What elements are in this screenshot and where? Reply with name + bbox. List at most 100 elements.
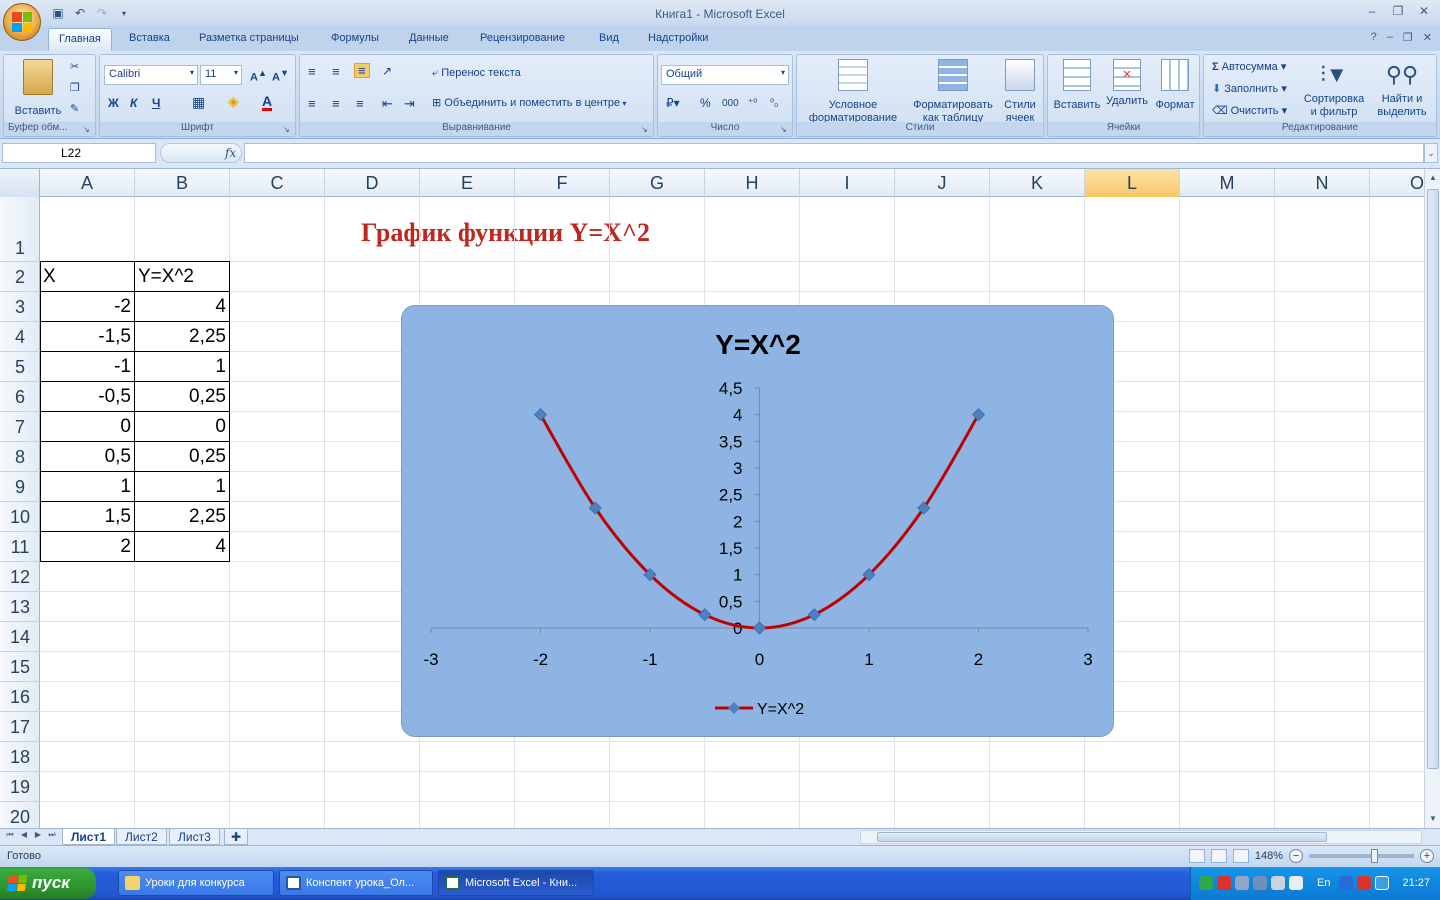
bold-button[interactable]: Ж (108, 97, 119, 110)
table-cell-y[interactable]: 0,25 (135, 446, 230, 476)
insert-sheet-icon[interactable]: ✚ (224, 829, 249, 845)
orientation-icon[interactable]: ↗ (382, 65, 392, 78)
table-cell-y[interactable]: 4 (135, 296, 230, 326)
workbook-close-icon[interactable]: ✕ (1423, 31, 1432, 44)
sheet-tab-2[interactable]: Лист2 (116, 829, 167, 845)
network-icon[interactable] (1199, 876, 1213, 890)
decrease-indent-icon[interactable]: ⇤ (382, 97, 393, 110)
app-tray-icon[interactable] (1357, 876, 1371, 890)
column-header-j[interactable]: J (895, 169, 990, 197)
next-sheet-icon[interactable]: ▶ (32, 830, 44, 839)
column-header-c[interactable]: C (230, 169, 325, 197)
column-header-k[interactable]: K (990, 169, 1085, 197)
row-header-19[interactable]: 19 (0, 772, 40, 802)
tab-addins[interactable]: Надстройки (648, 32, 708, 44)
last-sheet-icon[interactable]: ⏭ (46, 830, 58, 840)
zoom-out-icon[interactable]: − (1289, 849, 1303, 863)
row-header-16[interactable]: 16 (0, 682, 40, 712)
column-header-m[interactable]: M (1180, 169, 1275, 197)
horizontal-scroll-thumb[interactable] (877, 832, 1327, 842)
name-box[interactable]: L22 (2, 143, 156, 163)
font-size-select[interactable]: 11 ▾ (200, 65, 242, 85)
table-header-x[interactable]: X (40, 266, 135, 296)
zoom-in-icon[interactable]: + (1420, 849, 1434, 863)
sheet-tab-3[interactable]: Лист3 (169, 829, 220, 845)
tab-data[interactable]: Данные (409, 32, 449, 44)
column-header-e[interactable]: E (420, 169, 515, 197)
table-cell-y[interactable]: 2,25 (135, 326, 230, 356)
currency-icon[interactable]: ₽▾ (666, 97, 680, 110)
row-header-13[interactable]: 13 (0, 592, 40, 622)
grow-font-icon[interactable]: A▲ (250, 67, 267, 85)
clock-tray-icon[interactable] (1289, 876, 1303, 890)
merge-center-button[interactable]: ⊞ Объединить и поместить в центре ▾ (432, 97, 626, 110)
autosum-button[interactable]: Σ Автосумма ▾ (1212, 61, 1286, 74)
conditional-formatting-button[interactable]: Условное форматирование (799, 59, 907, 125)
tab-home[interactable]: Главная (48, 28, 112, 51)
font-launcher-icon[interactable]: ↘ (283, 125, 292, 134)
row-header-17[interactable]: 17 (0, 712, 40, 742)
row-header-8[interactable]: 8 (0, 442, 40, 472)
table-cell-x[interactable]: 2 (40, 536, 135, 566)
formula-input[interactable] (244, 143, 1424, 163)
table-cell-y[interactable]: 2,25 (135, 506, 230, 536)
tab-formulas[interactable]: Формулы (331, 32, 379, 44)
select-all-button[interactable] (0, 169, 40, 197)
close-button[interactable]: ✕ (1416, 4, 1432, 18)
task-word[interactable]: Конспект урока_Ол... (279, 870, 433, 896)
row-header-6[interactable]: 6 (0, 382, 40, 412)
row-header-9[interactable]: 9 (0, 472, 40, 502)
zoom-slider[interactable] (1309, 849, 1414, 863)
column-header-b[interactable]: B (135, 169, 230, 197)
column-header-i[interactable]: I (800, 169, 895, 197)
alignment-launcher-icon[interactable]: ↘ (641, 125, 650, 134)
zoom-slider-knob[interactable] (1371, 849, 1378, 863)
column-header-a[interactable]: A (40, 169, 135, 197)
volume-icon[interactable] (1271, 876, 1285, 890)
column-header-o[interactable]: O (1370, 169, 1424, 197)
expand-formula-bar-icon[interactable]: ⌄ (1424, 143, 1438, 163)
delete-cells-button[interactable]: ✕ Удалить (1102, 59, 1152, 108)
row-header-1[interactable]: 1 (0, 197, 40, 262)
paste-button[interactable]: Вставить (10, 59, 66, 118)
increase-indent-icon[interactable]: ⇥ (404, 97, 415, 110)
table-cell-x[interactable]: 0,5 (40, 446, 135, 476)
fill-color-icon[interactable]: ◈ (228, 94, 239, 108)
table-cell-y[interactable]: 0 (135, 416, 230, 446)
horizontal-scrollbar[interactable] (860, 830, 1422, 844)
table-header-y[interactable]: Y=X^2 (135, 266, 230, 296)
chart[interactable]: Y=X^2 -3 -2 -1 0 1 2 3 0 0,5 1 1,5 2 2,5 3 3,5 4 4,5 Y=X^2 (401, 305, 1114, 737)
row-header-15[interactable]: 15 (0, 652, 40, 682)
row-header-18[interactable]: 18 (0, 742, 40, 772)
column-header-d[interactable]: D (325, 169, 420, 197)
column-header-g[interactable]: G (610, 169, 705, 197)
table-cell-x[interactable]: 0 (40, 416, 135, 446)
row-header-3[interactable]: 3 (0, 292, 40, 322)
insert-cells-button[interactable]: Вставить (1052, 59, 1102, 112)
antivirus-icon[interactable] (1217, 876, 1231, 890)
clipboard-launcher-icon[interactable]: ↘ (83, 125, 92, 134)
help-icon[interactable]: ? (1371, 31, 1377, 44)
vertical-scrollbar[interactable]: ▲ ▼ (1424, 169, 1440, 828)
zoom-level[interactable]: 148% (1255, 850, 1283, 862)
row-header-10[interactable]: 10 (0, 502, 40, 532)
workbook-restore-icon[interactable]: ❐ (1403, 31, 1413, 44)
thousands-button[interactable]: 000 (722, 97, 739, 110)
tab-insert[interactable]: Вставка (129, 32, 170, 44)
scroll-down-icon[interactable]: ▼ (1426, 812, 1440, 826)
row-header-5[interactable]: 5 (0, 352, 40, 382)
table-cell-y[interactable]: 1 (135, 476, 230, 506)
font-name-select[interactable]: Calibri ▾ (104, 65, 198, 85)
printer-icon[interactable] (1235, 876, 1249, 890)
first-sheet-icon[interactable]: ⏮ (4, 830, 16, 840)
borders-icon[interactable]: ▦ (192, 95, 205, 109)
align-bottom-icon[interactable]: ≡ (354, 63, 370, 78)
font-color-icon[interactable]: A (262, 94, 273, 111)
page-layout-view-icon[interactable] (1210, 849, 1227, 863)
table-cell-y[interactable]: 1 (135, 356, 230, 386)
format-cells-button[interactable]: Формат (1150, 59, 1200, 112)
tab-view[interactable]: Вид (599, 32, 619, 44)
align-center-icon[interactable]: ≡ (332, 97, 340, 110)
table-cell-x[interactable]: -1 (40, 356, 135, 386)
row-header-12[interactable]: 12 (0, 562, 40, 592)
